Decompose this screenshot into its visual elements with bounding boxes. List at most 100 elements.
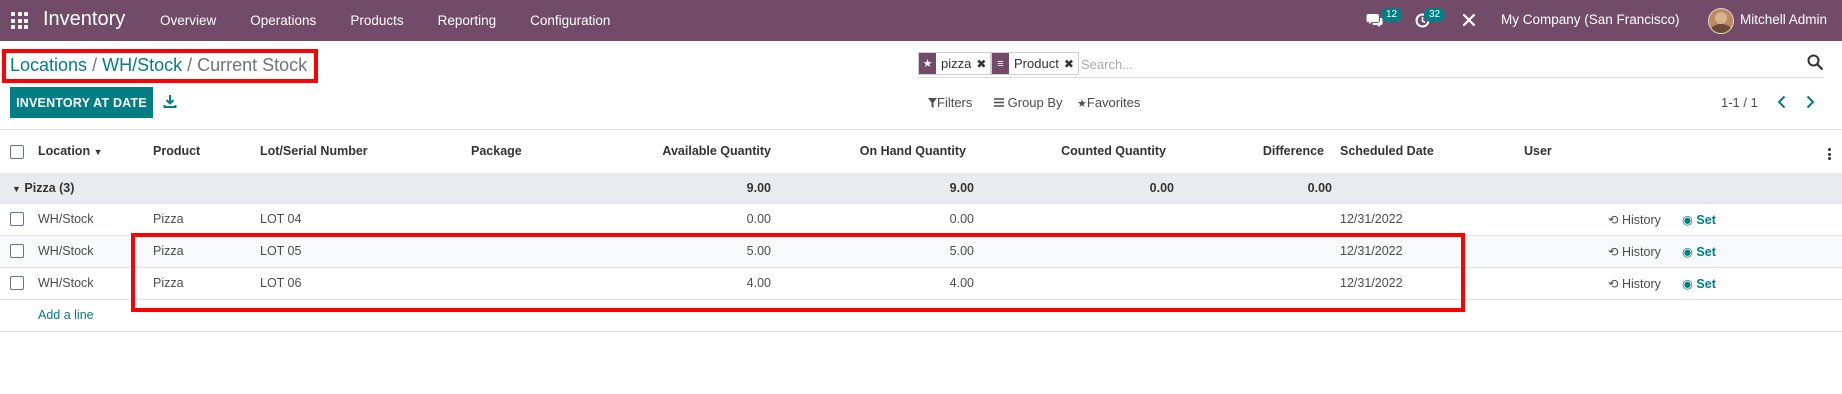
column-lot[interactable]: Lot/Serial Number bbox=[260, 144, 368, 158]
avatar[interactable] bbox=[1708, 8, 1734, 34]
breadcrumb: Locations / WH/Stock / Current Stock bbox=[10, 55, 307, 76]
menu-reporting[interactable]: Reporting bbox=[421, 0, 514, 41]
favorites-label: Favorites bbox=[1086, 95, 1141, 110]
column-product[interactable]: Product bbox=[153, 144, 200, 158]
column-difference[interactable]: Difference bbox=[1200, 144, 1324, 158]
cell-location: WH/Stock bbox=[38, 212, 94, 226]
filter-icon bbox=[928, 98, 937, 108]
top-navbar: Inventory Overview Operations Products R… bbox=[0, 0, 1842, 41]
column-scheduled-date[interactable]: Scheduled Date bbox=[1340, 144, 1434, 158]
row-checkbox[interactable] bbox=[10, 276, 24, 290]
bullseye-icon: ◉ bbox=[1682, 213, 1693, 227]
cell-scheduled-date: 12/31/2022 bbox=[1340, 276, 1403, 290]
divider bbox=[0, 331, 1842, 332]
history-icon: ⟲ bbox=[1608, 245, 1619, 259]
cell-on-hand-qty: 5.00 bbox=[949, 244, 974, 258]
table-row[interactable]: WH/Stock Pizza LOT 06 4.00 4.00 12/31/20… bbox=[0, 268, 1842, 300]
table-row[interactable]: WH/Stock Pizza LOT 04 0.00 0.00 12/31/20… bbox=[0, 204, 1842, 236]
remove-facet-icon[interactable]: ✖ bbox=[976, 57, 990, 71]
row-checkbox[interactable] bbox=[10, 212, 24, 226]
cell-product: Pizza bbox=[153, 244, 184, 258]
apps-grid-icon[interactable] bbox=[11, 12, 28, 29]
column-counted-qty[interactable]: Counted Quantity bbox=[1000, 144, 1166, 158]
bullseye-icon: ◉ bbox=[1682, 245, 1693, 259]
column-available-qty[interactable]: Available Quantity bbox=[600, 144, 771, 158]
activities-badge: 32 bbox=[1424, 8, 1446, 22]
group-difference-total: 0.00 bbox=[1307, 181, 1332, 195]
breadcrumb-separator: / bbox=[187, 55, 198, 75]
search-facet-product: ≡ Product ✖ bbox=[991, 52, 1079, 75]
cell-location: WH/Stock bbox=[38, 244, 94, 258]
cell-lot: LOT 06 bbox=[260, 276, 302, 290]
menu-overview[interactable]: Overview bbox=[143, 0, 233, 41]
sort-down-icon: ▼ bbox=[93, 147, 103, 157]
column-user[interactable]: User bbox=[1524, 144, 1552, 158]
cell-scheduled-date: 12/31/2022 bbox=[1340, 212, 1403, 226]
breadcrumb-wh-stock[interactable]: WH/Stock bbox=[102, 55, 182, 75]
main-menu: Overview Operations Products Reporting C… bbox=[143, 0, 627, 41]
search-input[interactable] bbox=[1079, 53, 1783, 75]
cell-product: Pizza bbox=[153, 212, 184, 226]
cell-location: WH/Stock bbox=[38, 276, 94, 290]
select-all-checkbox[interactable] bbox=[10, 145, 24, 159]
menu-operations[interactable]: Operations bbox=[233, 0, 333, 41]
user-menu[interactable]: Mitchell Admin bbox=[1740, 12, 1827, 27]
cell-available-qty: 5.00 bbox=[746, 244, 771, 258]
cell-available-qty: 0.00 bbox=[746, 212, 771, 226]
column-on-hand-qty[interactable]: On Hand Quantity bbox=[800, 144, 966, 158]
table-row[interactable]: WH/Stock Pizza LOT 05 5.00 5.00 12/31/20… bbox=[0, 236, 1842, 268]
history-icon: ⟲ bbox=[1608, 213, 1619, 227]
caret-down-icon: ▼ bbox=[12, 184, 21, 194]
list-icon: ≡ bbox=[992, 53, 1009, 74]
inventory-at-date-button[interactable]: INVENTORY AT DATE bbox=[10, 87, 153, 118]
remove-facet-icon[interactable]: ✖ bbox=[1064, 57, 1078, 71]
facet-label: Product bbox=[1014, 56, 1059, 71]
add-line-link[interactable]: Add a line bbox=[38, 308, 94, 322]
favorites-toggle[interactable]: ★Favorites bbox=[1077, 95, 1140, 110]
history-button[interactable]: ⟲ History bbox=[1608, 244, 1661, 259]
app-title[interactable]: Inventory bbox=[43, 8, 125, 31]
group-by-label: Group By bbox=[1007, 95, 1063, 110]
tools-icon[interactable] bbox=[1462, 13, 1476, 27]
download-icon[interactable] bbox=[162, 93, 178, 109]
facet-label: pizza bbox=[941, 56, 972, 71]
chevron-left-icon[interactable] bbox=[1774, 93, 1790, 111]
search-facet-pizza: ★ pizza ✖ bbox=[918, 52, 992, 75]
breadcrumb-locations[interactable]: Locations bbox=[10, 55, 87, 75]
star-icon: ★ bbox=[919, 53, 936, 74]
cell-product: Pizza bbox=[153, 276, 184, 290]
chevron-right-icon[interactable] bbox=[1802, 93, 1818, 111]
history-button[interactable]: ⟲ History bbox=[1608, 212, 1661, 227]
set-button[interactable]: ◉ Set bbox=[1682, 276, 1716, 291]
menu-products[interactable]: Products bbox=[333, 0, 420, 41]
cell-on-hand-qty: 4.00 bbox=[949, 276, 974, 290]
cell-scheduled-date: 12/31/2022 bbox=[1340, 244, 1403, 258]
group-by-icon bbox=[994, 98, 1004, 107]
group-on-hand-total: 9.00 bbox=[949, 181, 974, 195]
group-row[interactable]: ▼ Pizza (3) 9.00 9.00 0.00 0.00 bbox=[0, 173, 1842, 204]
set-button[interactable]: ◉ Set bbox=[1682, 212, 1716, 227]
table-header: Location ▼ Product Lot/Serial Number Pac… bbox=[0, 129, 1842, 174]
menu-configuration[interactable]: Configuration bbox=[513, 0, 627, 41]
column-package[interactable]: Package bbox=[471, 144, 522, 158]
pager-value[interactable]: 1-1 / 1 bbox=[1721, 95, 1758, 110]
group-by-toggle[interactable]: Group By bbox=[994, 95, 1063, 110]
column-location[interactable]: Location ▼ bbox=[38, 144, 103, 158]
filters-toggle[interactable]: Filters bbox=[928, 95, 972, 110]
company-switcher[interactable]: My Company (San Francisco) bbox=[1501, 12, 1680, 27]
history-icon: ⟲ bbox=[1608, 277, 1619, 291]
messages-badge: 12 bbox=[1381, 8, 1403, 22]
search-icon[interactable] bbox=[1806, 53, 1824, 71]
breadcrumb-separator: / bbox=[92, 55, 103, 75]
add-line-row: Add a line bbox=[0, 300, 1842, 331]
group-label: ▼ Pizza (3) bbox=[12, 181, 75, 195]
optional-columns-icon[interactable] bbox=[1828, 148, 1832, 160]
page-title: Current Stock bbox=[197, 55, 308, 75]
set-button[interactable]: ◉ Set bbox=[1682, 244, 1716, 259]
cell-lot: LOT 05 bbox=[260, 244, 302, 258]
cell-on-hand-qty: 0.00 bbox=[949, 212, 974, 226]
history-button[interactable]: ⟲ History bbox=[1608, 276, 1661, 291]
star-icon: ★ bbox=[1077, 98, 1087, 110]
group-available-total: 9.00 bbox=[746, 181, 771, 195]
row-checkbox[interactable] bbox=[10, 244, 24, 258]
